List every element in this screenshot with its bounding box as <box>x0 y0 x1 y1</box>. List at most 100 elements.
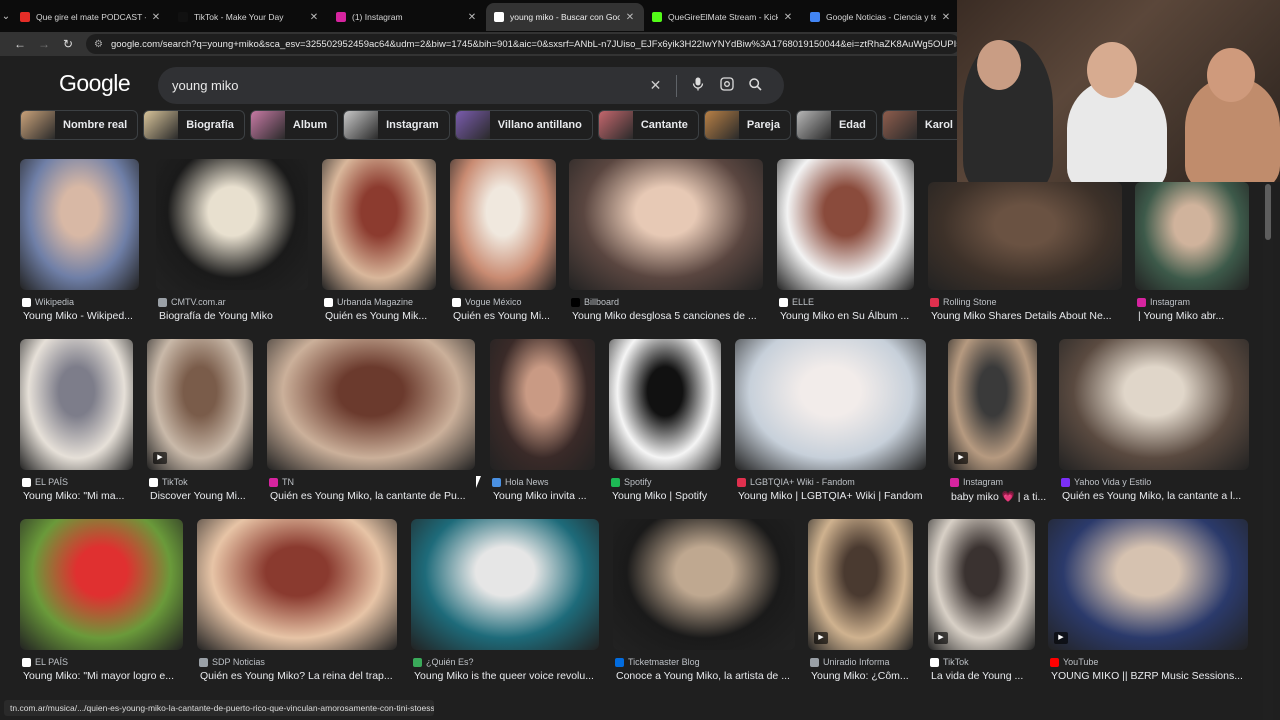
browser-tab[interactable]: Google Noticias - Ciencia y tec ✕ <box>802 3 960 31</box>
suggestion-chip[interactable]: Karol <box>881 110 960 140</box>
result-caption[interactable]: Quién es Young Miko? La reina del trap..… <box>200 670 400 682</box>
browser-tab[interactable]: QueGireElMate Stream - Kick D ✕ <box>644 3 802 31</box>
result-source[interactable]: Wikipedia <box>22 297 74 307</box>
result-caption[interactable]: Young Miko | LGBTQIA+ Wiki | Fandom <box>738 490 929 502</box>
result-caption[interactable]: Biografía de Young Miko <box>159 310 311 322</box>
image-result[interactable]: Wikipedia Young Miko - Wikiped... <box>20 159 139 326</box>
result-source[interactable]: Instagram <box>950 477 1003 487</box>
search-input[interactable]: young miko <box>172 78 641 93</box>
result-caption[interactable]: Young Miko desglosa 5 canciones de ... <box>572 310 766 322</box>
clear-icon[interactable]: ✕ <box>641 77 670 94</box>
tab-close-icon[interactable]: ✕ <box>466 12 478 23</box>
result-thumbnail[interactable] <box>1059 339 1249 470</box>
result-caption[interactable]: Young Miko invita ... <box>493 490 598 502</box>
suggestion-chip[interactable]: Villano antillano <box>454 110 593 140</box>
result-source[interactable]: SDP Noticias <box>199 657 265 667</box>
reload-icon[interactable]: ↻ <box>56 37 80 51</box>
result-source[interactable]: LGBTQIA+ Wiki - Fandom <box>737 477 855 487</box>
image-result[interactable]: Spotify Young Miko | Spotify <box>609 339 721 506</box>
result-source[interactable]: Hola News <box>492 477 549 487</box>
result-thumbnail[interactable] <box>609 339 721 470</box>
back-arrow-icon[interactable]: ← <box>8 37 32 51</box>
result-caption[interactable]: Conoce a Young Miko, la artista de ... <box>616 670 798 682</box>
result-thumbnail[interactable] <box>777 159 914 290</box>
result-thumbnail[interactable] <box>156 159 308 290</box>
result-source[interactable]: CMTV.com.ar <box>158 297 226 307</box>
result-source[interactable]: TikTok <box>149 477 188 487</box>
tab-search-icon[interactable]: ⌄ <box>0 0 12 32</box>
result-source[interactable]: EL PAÍS <box>22 477 68 487</box>
tab-close-icon[interactable]: ✕ <box>940 12 952 23</box>
image-result[interactable]: ▶ TikTok Discover Young Mi... <box>147 339 253 506</box>
result-caption[interactable]: Quién es Young Mik... <box>325 310 439 322</box>
image-result[interactable]: Hola News Young Miko invita ... <box>490 339 595 506</box>
image-result[interactable]: CMTV.com.ar Biografía de Young Miko <box>156 159 308 326</box>
result-thumbnail[interactable]: ▶ <box>808 519 913 650</box>
image-result[interactable]: Vogue México Quién es Young Mi... <box>450 159 556 326</box>
suggestion-chip[interactable]: Biografía <box>143 110 245 140</box>
result-caption[interactable]: La vida de Young ... <box>931 670 1038 682</box>
result-thumbnail[interactable] <box>20 339 133 470</box>
scrollbar-thumb[interactable] <box>1265 184 1271 240</box>
result-thumbnail[interactable] <box>20 519 183 650</box>
result-caption[interactable]: Young Miko: ¿Côm... <box>811 670 916 682</box>
result-source[interactable]: TikTok <box>930 657 969 667</box>
image-result[interactable]: Ticketmaster Blog Conoce a Young Miko, la… <box>613 519 795 686</box>
image-result[interactable]: Billboard Young Miko desglosa 5 canciones… <box>569 159 763 326</box>
forward-arrow-icon[interactable]: → <box>32 37 56 51</box>
result-caption[interactable]: Young Miko: "Mi mayor logro e... <box>23 670 186 682</box>
result-caption[interactable]: Young Miko | Spotify <box>612 490 724 502</box>
result-thumbnail[interactable] <box>613 519 795 650</box>
result-source[interactable]: Billboard <box>571 297 619 307</box>
image-result[interactable]: EL PAÍS Young Miko: "Mi mayor logro e... <box>20 519 183 686</box>
result-caption[interactable]: Quién es Young Miko, la cantante de Pu..… <box>270 490 478 502</box>
tab-close-icon[interactable]: ✕ <box>150 12 162 23</box>
image-result[interactable]: ▶ Uniradio Informa Young Miko: ¿Côm... <box>808 519 913 686</box>
lens-icon[interactable] <box>712 77 741 94</box>
result-source[interactable]: TN <box>269 477 294 487</box>
result-source[interactable]: ELLE <box>779 297 814 307</box>
suggestion-chip[interactable]: Cantante <box>597 110 699 140</box>
url-bar[interactable]: ⚙ google.com/search?q=young+miko&sca_esv… <box>86 34 960 54</box>
result-caption[interactable]: Discover Young Mi... <box>150 490 256 502</box>
image-result[interactable]: ELLE Young Miko en Su Álbum ... <box>777 159 914 326</box>
suggestion-chip[interactable]: Instagram <box>343 110 450 140</box>
result-thumbnail[interactable] <box>450 159 556 290</box>
browser-tab[interactable]: Que gire el mate PODCAST - Yo ✕ <box>12 3 170 31</box>
result-thumbnail[interactable]: ▶ <box>147 339 253 470</box>
result-source[interactable]: Urbanda Magazine <box>324 297 413 307</box>
result-caption[interactable]: | Young Miko abr... <box>1138 310 1252 322</box>
tab-close-icon[interactable]: ✕ <box>782 12 794 23</box>
result-thumbnail[interactable] <box>20 159 139 290</box>
image-result[interactable]: Yahoo Vida y Estilo Quién es Young Miko, … <box>1059 339 1249 506</box>
image-result[interactable]: ▶ YouTube YOUNG MIKO || BZRP Music Session… <box>1048 519 1248 686</box>
image-result[interactable]: TN Quién es Young Miko, la cantante de Pu… <box>267 339 475 506</box>
image-result[interactable]: EL PAÍS Young Miko: "Mi ma... <box>20 339 133 506</box>
result-caption[interactable]: Quién es Young Mi... <box>453 310 559 322</box>
tab-close-icon[interactable]: ✕ <box>624 12 636 23</box>
image-result[interactable]: SDP Noticias Quién es Young Miko? La rein… <box>197 519 397 686</box>
image-result[interactable]: LGBTQIA+ Wiki - Fandom Young Miko | LGBTQ… <box>735 339 926 506</box>
browser-tab[interactable]: young miko - Buscar con Goog ✕ <box>486 3 644 31</box>
result-caption[interactable]: Quién es Young Miko, la cantante a l... <box>1062 490 1252 502</box>
result-caption[interactable]: baby miko 💗 | a ti... <box>951 490 1051 503</box>
browser-tab[interactable]: (1) Instagram ✕ <box>328 3 486 31</box>
image-result[interactable]: Rolling Stone Young Miko Shares Details A… <box>928 182 1122 326</box>
search-icon[interactable] <box>741 77 770 94</box>
image-result[interactable]: ¿Quién Es? Young Miko is the queer voice … <box>411 519 599 686</box>
result-thumbnail[interactable] <box>197 519 397 650</box>
result-caption[interactable]: Young Miko - Wikiped... <box>23 310 142 322</box>
result-caption[interactable]: Young Miko Shares Details About Ne... <box>931 310 1125 322</box>
result-source[interactable]: EL PAÍS <box>22 657 68 667</box>
result-caption[interactable]: Young Miko is the queer voice revolu... <box>414 670 602 682</box>
result-source[interactable]: Rolling Stone <box>930 297 997 307</box>
microphone-icon[interactable] <box>683 77 712 94</box>
search-box[interactable]: young miko ✕ <box>158 67 784 104</box>
google-logo[interactable]: Google <box>59 70 131 97</box>
image-result[interactable]: Instagram | Young Miko abr... <box>1135 182 1249 326</box>
result-thumbnail[interactable] <box>411 519 599 650</box>
image-result[interactable]: Urbanda Magazine Quién es Young Mik... <box>322 159 436 326</box>
browser-tab[interactable]: TikTok - Make Your Day ✕ <box>170 3 328 31</box>
suggestion-chip[interactable]: Pareja <box>703 110 791 140</box>
tab-close-icon[interactable]: ✕ <box>308 12 320 23</box>
